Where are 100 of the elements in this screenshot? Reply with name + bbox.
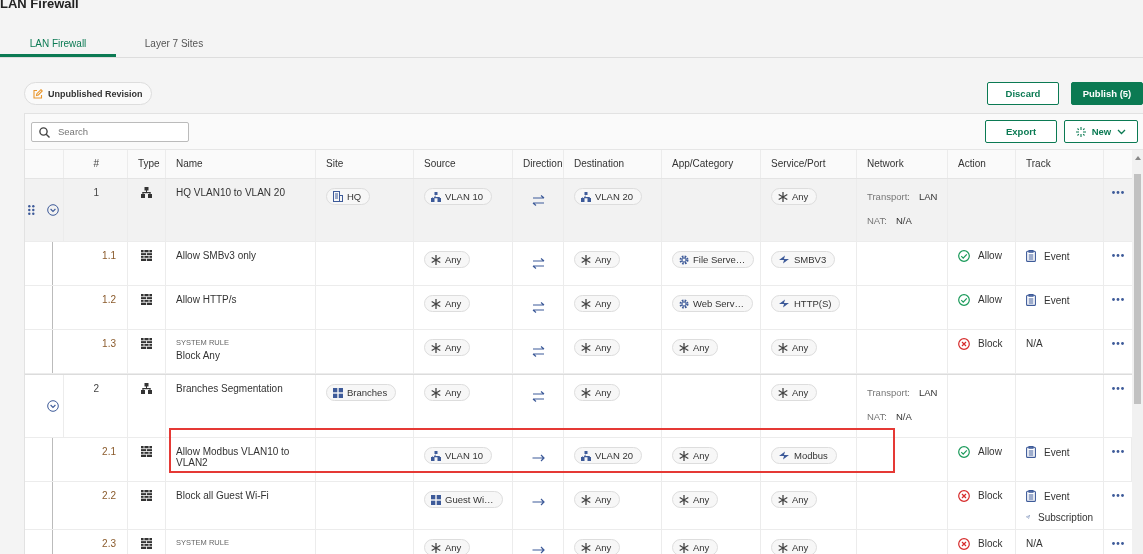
asterisk-icon (581, 494, 591, 505)
filter-chip[interactable]: Any (672, 447, 719, 464)
filter-chip[interactable]: Any (424, 539, 471, 554)
filter-chip[interactable]: Guest Wi… (424, 491, 503, 508)
export-button[interactable]: Export (985, 120, 1057, 143)
rule-number: 2.3 (64, 530, 128, 554)
more-icon[interactable] (1112, 542, 1124, 545)
asterisk-icon (431, 387, 441, 398)
filter-chip[interactable]: Any (574, 539, 621, 554)
filter-chip[interactable]: File Serve… (672, 251, 755, 268)
filter-chip[interactable]: HQ (326, 188, 371, 205)
filter-chip[interactable]: VLAN 10 (424, 447, 493, 464)
hierarchy-icon (141, 187, 152, 198)
asterisk-icon (581, 254, 591, 265)
asterisk-icon (778, 387, 788, 398)
collapse-icon[interactable] (47, 400, 59, 412)
asterisk-icon (679, 494, 689, 505)
column-header: Action (948, 150, 1016, 178)
action-label: Allow (978, 250, 1002, 261)
column-header: Destination (564, 150, 662, 178)
more-icon[interactable] (1112, 342, 1124, 345)
action-label: Allow (978, 446, 1002, 457)
search-icon (39, 126, 50, 138)
filter-chip[interactable]: Any (771, 384, 818, 401)
clipboard-icon (1026, 250, 1036, 262)
filter-chip[interactable]: Any (771, 539, 818, 554)
filter-chip[interactable]: Any (672, 339, 719, 356)
rule-number: 2.1 (64, 438, 128, 481)
filter-chip[interactable]: Any (672, 491, 719, 508)
brick-wall-icon (141, 538, 152, 549)
filter-chip[interactable]: Branches (326, 384, 397, 401)
asterisk-icon (431, 298, 441, 309)
check-circle-icon (958, 294, 970, 306)
column-header: Direction (513, 150, 564, 178)
filter-chip[interactable]: Any (424, 339, 471, 356)
rule-name: Branches Segmentation (176, 383, 284, 394)
chevron-down-icon (1117, 128, 1127, 135)
two-way-arrow-icon (531, 391, 545, 402)
right-arrow-icon (531, 454, 545, 462)
filter-chip[interactable]: Any (574, 384, 621, 401)
asterisk-icon (431, 254, 441, 265)
filter-chip[interactable]: Modbus (771, 447, 837, 464)
filter-chip[interactable]: Any (424, 384, 471, 401)
more-icon[interactable] (1112, 254, 1124, 257)
check-circle-icon (958, 446, 970, 458)
nat-label: NAT: (867, 411, 887, 422)
right-arrow-icon (531, 546, 545, 554)
asterisk-icon (778, 342, 788, 353)
filter-chip[interactable]: Any (574, 339, 621, 356)
filter-chip[interactable]: Any (771, 339, 818, 356)
search-field[interactable]: Search (31, 121, 189, 142)
filter-chip[interactable]: HTTP(S) (771, 295, 841, 312)
publish-button[interactable]: Publish (5) (1071, 82, 1143, 105)
two-way-arrow-icon (531, 346, 545, 357)
scroll-up-icon[interactable] (1135, 156, 1141, 160)
two-way-arrow-icon (531, 302, 545, 313)
filter-chip[interactable]: Any (424, 295, 471, 312)
rule-number: 2.2 (64, 482, 128, 529)
scrollbar-thumb[interactable] (1134, 174, 1141, 404)
filter-chip[interactable]: Any (771, 188, 818, 205)
filter-chip[interactable]: VLAN 10 (424, 188, 493, 205)
asterisk-icon (581, 298, 591, 309)
tab[interactable]: LAN Firewall (0, 30, 116, 57)
filter-chip[interactable]: Any (672, 539, 719, 554)
x-circle-icon (958, 338, 970, 350)
filter-chip[interactable]: Any (424, 251, 471, 268)
more-icon[interactable] (1111, 450, 1124, 453)
collapse-icon[interactable] (47, 204, 59, 216)
sparkle-icon (1075, 126, 1086, 137)
more-icon[interactable] (1112, 298, 1124, 301)
new-button[interactable]: New (1064, 120, 1138, 143)
more-icon[interactable] (1112, 494, 1124, 497)
edit-icon (33, 88, 43, 99)
track-label: Event (1044, 250, 1070, 262)
filter-chip[interactable]: Web Serv… (672, 295, 754, 312)
more-icon[interactable] (1112, 191, 1124, 194)
track-label: Subscription (1037, 511, 1093, 523)
drag-handle-icon (28, 205, 35, 215)
track-label: N/A (1026, 538, 1043, 549)
filter-chip[interactable]: SMBV3 (771, 251, 836, 268)
filter-chip[interactable]: Any (574, 251, 621, 268)
hierarchy-icon (581, 450, 591, 461)
action-label: Block (978, 338, 1003, 349)
column-header: Source (414, 150, 513, 178)
rule-number: 1.1 (64, 242, 128, 285)
discard-button[interactable]: Discard (987, 82, 1059, 105)
filter-chip[interactable]: VLAN 20 (574, 447, 643, 464)
filter-chip[interactable]: Any (574, 295, 621, 312)
filter-chip[interactable]: Any (771, 491, 818, 508)
more-icon[interactable] (1112, 387, 1124, 390)
filter-chip[interactable]: Any (574, 491, 621, 508)
asterisk-icon (679, 342, 689, 353)
tab[interactable]: Layer 7 Sites (116, 30, 232, 57)
brick-wall-icon (141, 338, 152, 349)
grid-icon (333, 387, 343, 398)
right-arrow-icon (531, 498, 545, 506)
x-circle-icon (958, 538, 970, 550)
transport-value: LAN (918, 387, 938, 398)
filter-chip[interactable]: VLAN 20 (574, 188, 643, 205)
lightning-icon (778, 451, 790, 460)
